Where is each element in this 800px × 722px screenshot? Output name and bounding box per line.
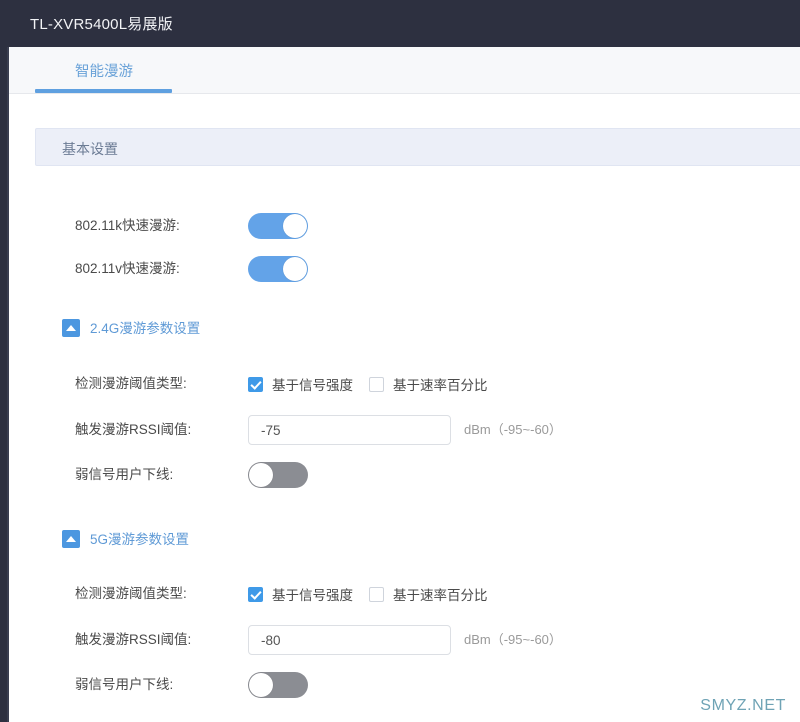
group-header-5g: 5G漫游参数设置 — [9, 530, 781, 552]
tab-active-indicator — [35, 89, 172, 93]
checkbox-box — [369, 376, 384, 392]
checkbox-24g-signal-strength[interactable]: 基于信号强度 — [248, 374, 353, 394]
row-24g-threshold-type: 检测漫游阈值类型: 基于信号强度 基于速率百分比 — [9, 368, 781, 400]
group-title-5g: 5G漫游参数设置 — [90, 532, 190, 547]
sidebar-rail — [0, 47, 9, 722]
checkbox-label: 基于速率百分比 — [393, 378, 488, 393]
input-24g-rssi-threshold[interactable] — [248, 415, 451, 445]
label-5g-weak-signal-kickoff: 弱信号用户下线: — [75, 677, 174, 692]
toggle-knob — [283, 257, 307, 281]
row-5g-weak-signal-kickoff: 弱信号用户下线: — [9, 669, 781, 701]
label-24g-threshold-type: 检测漫游阈值类型: — [75, 376, 187, 391]
router-admin-window: TL-XVR5400L易展版 智能漫游 基本设置 802.11k快速漫游: 80… — [0, 0, 800, 722]
group-header-24g: 2.4G漫游参数设置 — [9, 319, 781, 341]
label-80211k-fast-roaming: 802.11k快速漫游: — [75, 218, 180, 233]
caret-up-icon[interactable] — [62, 319, 80, 337]
row-24g-weak-signal-kickoff: 弱信号用户下线: — [9, 459, 781, 491]
group-title-24g: 2.4G漫游参数设置 — [90, 321, 201, 336]
checkbox-24g-rate-percentage[interactable]: 基于速率百分比 — [369, 374, 488, 394]
page-title: TL-XVR5400L易展版 — [30, 16, 173, 33]
row-5g-threshold-type: 检测漫游阈值类型: 基于信号强度 基于速率百分比 — [9, 578, 781, 610]
checkbox-label: 基于速率百分比 — [393, 588, 488, 603]
checkbox-box — [248, 586, 263, 602]
window-title-bar: TL-XVR5400L易展版 — [0, 0, 800, 47]
checkbox-label: 基于信号强度 — [272, 378, 353, 393]
toggle-80211k-fast-roaming[interactable] — [248, 213, 308, 239]
toggle-24g-weak-signal-kickoff[interactable] — [248, 462, 308, 488]
caret-shape — [66, 536, 76, 542]
row-5g-rssi-threshold: 触发漫游RSSI阈值: dBm（-95~-60） — [9, 624, 781, 656]
section-header-label: 基本设置 — [62, 141, 118, 157]
tab-smart-roaming[interactable]: 智能漫游 — [35, 47, 173, 93]
checkbox-5g-signal-strength[interactable]: 基于信号强度 — [248, 584, 353, 604]
label-5g-rssi-threshold: 触发漫游RSSI阈值: — [75, 632, 192, 647]
watermark: SMYZ.NET — [700, 697, 786, 714]
row-80211k-fast-roaming: 802.11k快速漫游: — [9, 210, 781, 242]
toggle-80211v-fast-roaming[interactable] — [248, 256, 308, 282]
checkbox-label: 基于信号强度 — [272, 588, 353, 603]
toggle-knob — [249, 673, 273, 697]
label-24g-rssi-threshold: 触发漫游RSSI阈值: — [75, 422, 192, 437]
toggle-knob — [283, 214, 307, 238]
section-header-basic-settings: 基本设置 — [35, 128, 800, 166]
toggle-5g-weak-signal-kickoff[interactable] — [248, 672, 308, 698]
label-80211v-fast-roaming: 802.11v快速漫游: — [75, 261, 180, 276]
caret-up-icon[interactable] — [62, 530, 80, 548]
toggle-knob — [249, 463, 273, 487]
label-24g-weak-signal-kickoff: 弱信号用户下线: — [75, 467, 174, 482]
checkbox-5g-rate-percentage[interactable]: 基于速率百分比 — [369, 584, 488, 604]
row-24g-rssi-threshold: 触发漫游RSSI阈值: dBm（-95~-60） — [9, 414, 781, 446]
unit-24g-rssi-threshold: dBm（-95~-60） — [464, 422, 562, 437]
tab-bar: 智能漫游 — [9, 47, 800, 94]
checkbox-box — [369, 586, 384, 602]
input-5g-rssi-threshold[interactable] — [248, 625, 451, 655]
label-5g-threshold-type: 检测漫游阈值类型: — [75, 586, 187, 601]
caret-shape — [66, 325, 76, 331]
main-content: 基本设置 802.11k快速漫游: 802.11v快速漫游: 2.4G漫游参数设… — [9, 94, 800, 722]
unit-5g-rssi-threshold: dBm（-95~-60） — [464, 632, 562, 647]
row-80211v-fast-roaming: 802.11v快速漫游: — [9, 253, 781, 285]
checkbox-box — [248, 376, 263, 392]
